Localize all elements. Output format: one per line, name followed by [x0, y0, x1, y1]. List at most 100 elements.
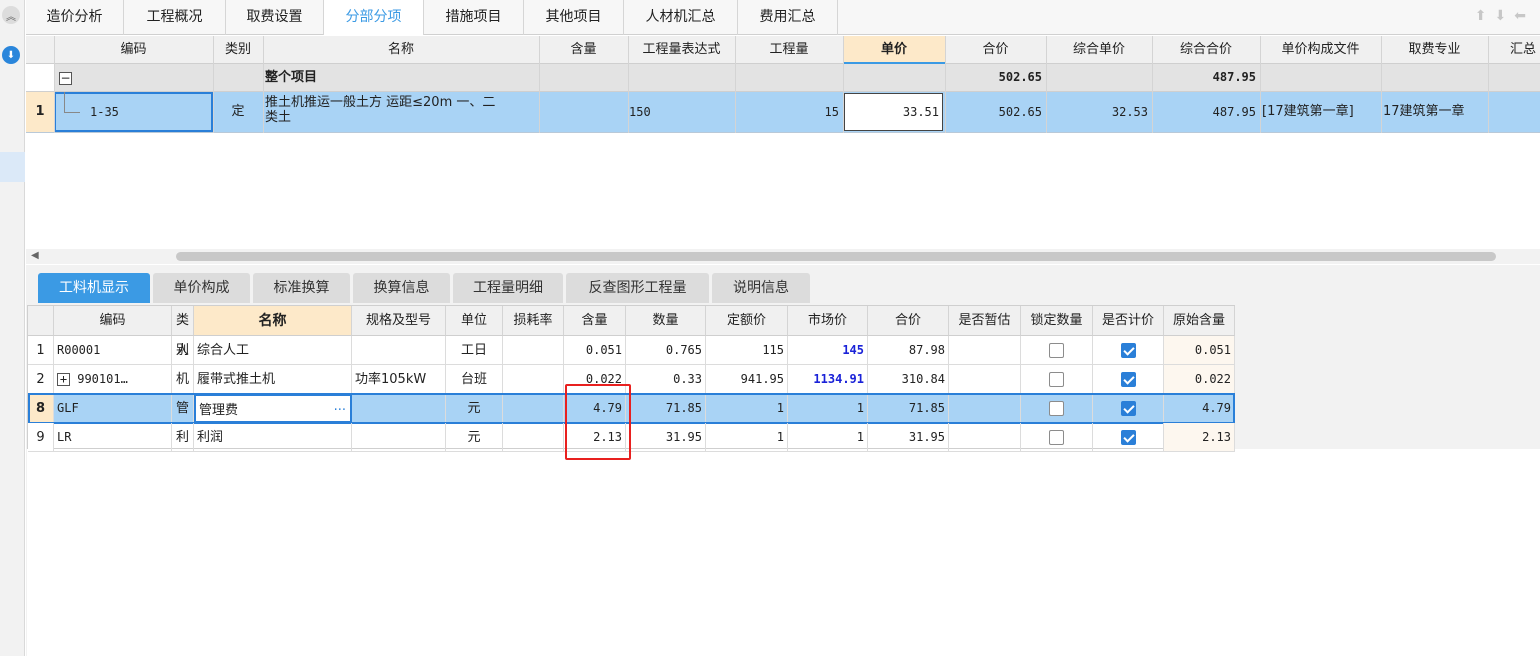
priced-checkbox[interactable] — [1093, 394, 1164, 423]
tab-measures[interactable]: 措施项目 — [424, 0, 524, 35]
tab-fee-settings[interactable]: 取费设置 — [226, 0, 324, 35]
row-spec[interactable] — [352, 336, 446, 365]
col-unit[interactable]: 单位 — [446, 306, 503, 336]
row-name[interactable]: 利润 — [194, 423, 352, 452]
row-code[interactable]: GLF — [54, 394, 172, 423]
tab-cost-analysis[interactable]: 造价分析 — [26, 0, 124, 35]
col-quantity-expr[interactable]: 工程量表达式 — [628, 36, 735, 64]
row-spec[interactable] — [352, 394, 446, 423]
row-qty[interactable]: 0.33 — [626, 365, 706, 394]
tab-unit-price-composition[interactable]: 单价构成 — [153, 273, 250, 303]
expand-toggle[interactable]: + — [57, 373, 70, 386]
row-provisional[interactable] — [949, 423, 1021, 452]
row-name[interactable]: 综合人工 — [194, 336, 352, 365]
row-qty[interactable]: 0.765 — [626, 336, 706, 365]
row-market-price[interactable]: 1 — [788, 423, 868, 452]
row-content[interactable]: 0.051 — [564, 336, 626, 365]
tab-description-info[interactable]: 说明信息 — [712, 273, 810, 303]
priced-checkbox[interactable] — [1093, 365, 1164, 394]
tab-other-items[interactable]: 其他项目 — [524, 0, 624, 35]
col-total[interactable]: 合价 — [868, 306, 949, 336]
row-spec[interactable]: 功率105kW — [352, 365, 446, 394]
col-lock-quantity[interactable]: 锁定数量 — [1021, 306, 1093, 336]
tab-labor-material-summary[interactable]: 人材机汇总 — [624, 0, 738, 35]
row-code[interactable]: + 990101… — [54, 365, 172, 394]
col-quantity[interactable]: 数量 — [626, 306, 706, 336]
row-unit[interactable]: 台班 — [446, 365, 503, 394]
col-type[interactable]: 类别 — [172, 306, 194, 358]
row-market-price[interactable]: 145 — [788, 336, 868, 365]
lock-quantity-checkbox[interactable] — [1021, 336, 1093, 365]
row-fee-type[interactable]: 17建筑第一章 — [1383, 92, 1488, 132]
row-expr[interactable]: 150 — [629, 92, 651, 132]
col-loss-rate[interactable]: 损耗率 — [503, 306, 564, 336]
col-content[interactable]: 含量 — [539, 36, 628, 64]
col-unit-price[interactable]: 单价 — [843, 36, 945, 64]
scroll-left-icon[interactable]: ◀ — [31, 250, 39, 261]
tab-sub-items[interactable]: 分部分项 — [324, 0, 424, 35]
row-loss[interactable] — [503, 394, 564, 423]
col-name[interactable]: 名称 — [263, 36, 539, 64]
row-type[interactable]: 人 — [172, 336, 194, 365]
col-original-content[interactable]: 原始含量 — [1164, 306, 1235, 336]
col-type[interactable]: 类别 — [213, 36, 263, 64]
lock-quantity-checkbox[interactable] — [1021, 423, 1093, 452]
priced-checkbox[interactable] — [1093, 423, 1164, 452]
row-base-price[interactable]: 941.95 — [706, 365, 788, 394]
row-unit[interactable]: 工日 — [446, 336, 503, 365]
row-type[interactable]: 定 — [213, 92, 263, 132]
tab-project-overview[interactable]: 工程概况 — [124, 0, 226, 35]
table-row[interactable]: 8 GLF 管 管理费 ··· 元 4.79 71.85 1 1 71.85 4… — [28, 394, 1235, 423]
tab-conversion-info[interactable]: 换算信息 — [353, 273, 450, 303]
col-price-file[interactable]: 单价构成文件 — [1260, 36, 1381, 64]
col-comp-total[interactable]: 综合合价 — [1152, 36, 1260, 64]
col-code[interactable]: 编码 — [54, 36, 213, 64]
row-qty[interactable]: 31.95 — [626, 423, 706, 452]
row-provisional[interactable] — [949, 394, 1021, 423]
row-unit[interactable]: 元 — [446, 423, 503, 452]
row-loss[interactable] — [503, 365, 564, 394]
scrollbar-thumb[interactable] — [176, 252, 1496, 261]
row-qty[interactable]: 71.85 — [626, 394, 706, 423]
col-quantity[interactable]: 工程量 — [735, 36, 843, 64]
tab-labor-material-display[interactable]: 工料机显示 — [38, 273, 150, 303]
col-base-price[interactable]: 定额价 — [706, 306, 788, 336]
row-code[interactable]: LR — [54, 423, 172, 452]
row-type[interactable]: 机 — [172, 365, 194, 394]
download-icon[interactable]: ⬇ — [2, 46, 20, 64]
row-base-price[interactable]: 1 — [706, 394, 788, 423]
row-name[interactable]: 履带式推土机 — [194, 365, 352, 394]
col-summary[interactable]: 汇总 — [1488, 36, 1540, 64]
col-comp-unit-price[interactable]: 综合单价 — [1046, 36, 1152, 64]
row-loss[interactable] — [503, 423, 564, 452]
row-name[interactable]: 推土机推运一般土方 运距≤20m 一、二 类土 — [265, 95, 537, 125]
col-fee-type[interactable]: 取费专业 — [1381, 36, 1488, 64]
row-price-file[interactable]: [17建筑第一章] — [1262, 92, 1382, 132]
horizontal-scrollbar[interactable]: ◀ — [26, 249, 1540, 264]
table-row[interactable]: 1 1-35 定 推土机推运一般土方 运距≤20m 一、二 类土 150 15 … — [26, 92, 1540, 133]
more-icon[interactable]: ··· — [334, 396, 346, 421]
row-provisional[interactable] — [949, 365, 1021, 394]
priced-checkbox[interactable] — [1093, 336, 1164, 365]
col-market-price[interactable]: 市场价 — [788, 306, 868, 336]
up-down-arrows-icon[interactable]: ⬆⬇⬅ — [1475, 8, 1534, 24]
row-base-price[interactable]: 115 — [706, 336, 788, 365]
col-name[interactable]: 名称 — [194, 306, 352, 336]
tab-quantity-detail[interactable]: 工程量明细 — [453, 273, 563, 303]
row-name[interactable]: 管理费 ··· — [194, 394, 352, 423]
row-loss[interactable] — [503, 336, 564, 365]
row-provisional[interactable] — [949, 336, 1021, 365]
collapse-toggle[interactable]: − — [59, 71, 72, 86]
col-priced[interactable]: 是否计价 — [1093, 306, 1164, 336]
tab-standard-conversion[interactable]: 标准换算 — [253, 273, 350, 303]
tab-fee-summary[interactable]: 费用汇总 — [738, 0, 838, 35]
col-code[interactable]: 编码 — [54, 306, 172, 336]
total-row[interactable]: − 整个项目 502.65 487.95 — [26, 64, 1540, 92]
row-spec[interactable] — [352, 423, 446, 452]
lock-quantity-checkbox[interactable] — [1021, 365, 1093, 394]
col-provisional[interactable]: 是否暂估 — [949, 306, 1021, 336]
row-quantity[interactable]: 15 — [735, 92, 841, 132]
chevron-double-up-icon[interactable]: ︽ — [2, 6, 20, 24]
row-base-price[interactable]: 1 — [706, 423, 788, 452]
col-content[interactable]: 含量 — [564, 306, 626, 336]
